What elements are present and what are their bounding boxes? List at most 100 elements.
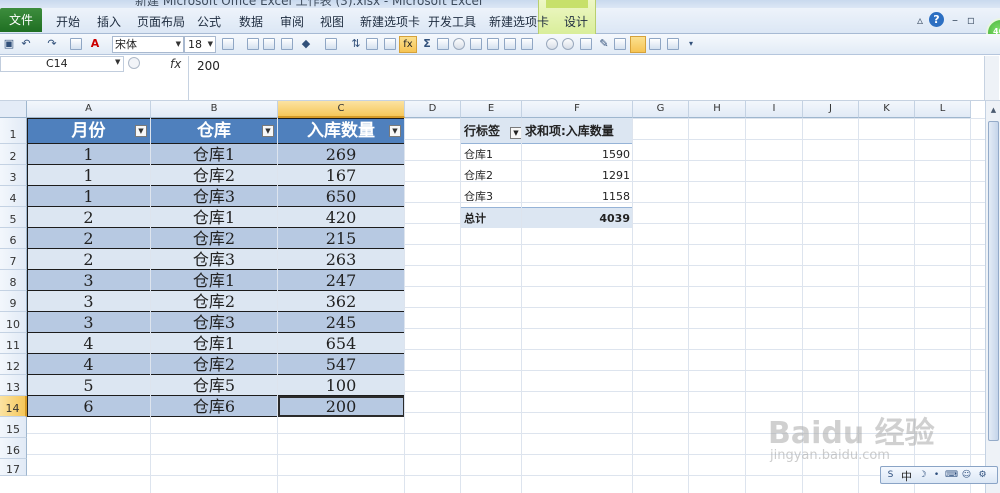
align-center-button[interactable] xyxy=(630,36,646,53)
row-header-1[interactable]: 1 xyxy=(0,118,27,144)
table-cell[interactable]: 420 xyxy=(278,207,405,228)
row-header-9[interactable]: 9 xyxy=(0,291,27,312)
table-cell[interactable]: 仓库3 xyxy=(151,312,278,333)
column-header-d[interactable]: D xyxy=(405,101,461,118)
row-header-17[interactable]: 17 xyxy=(0,459,27,476)
tab-new-tab-2[interactable]: 新建选项卡 xyxy=(489,13,549,30)
table-cell[interactable]: 4 xyxy=(27,333,151,354)
minimize-ribbon-icon[interactable]: ▵ xyxy=(912,12,928,28)
table-cell[interactable]: 247 xyxy=(278,270,405,291)
table-cell[interactable]: 1 xyxy=(27,144,151,165)
table-cell[interactable]: 263 xyxy=(278,249,405,270)
tab-view[interactable]: 视图 xyxy=(320,13,344,30)
table-cell[interactable]: 仓库1 xyxy=(151,270,278,291)
tab-data[interactable]: 数据 xyxy=(239,13,263,30)
table-header-cell[interactable]: 月份 ▼ xyxy=(27,118,151,144)
font-size-select[interactable]: 18 ▼ xyxy=(184,36,216,53)
moon-icon[interactable]: ☽ xyxy=(917,470,928,481)
table-cell[interactable]: 650 xyxy=(278,186,405,207)
column-header-h[interactable]: H xyxy=(689,101,746,118)
filter-dropdown-icon[interactable]: ▼ xyxy=(389,125,401,137)
table-cell[interactable]: 仓库3 xyxy=(151,249,278,270)
sort-icon[interactable]: ⇅ xyxy=(349,37,363,51)
ime-settings-icon[interactable]: ⚙ xyxy=(977,470,988,481)
ime-mode[interactable]: 中 xyxy=(901,468,912,484)
table-cell[interactable]: 2 xyxy=(27,249,151,270)
tab-insert[interactable]: 插入 xyxy=(97,13,121,30)
keyboard-icon[interactable]: ⌨ xyxy=(945,470,958,481)
tab-page-layout[interactable]: 页面布局 xyxy=(137,13,185,30)
table-cell[interactable]: 6 xyxy=(27,396,151,417)
autosum-icon[interactable]: Σ xyxy=(420,37,434,51)
picture-icon[interactable] xyxy=(487,38,499,50)
row-header-13[interactable]: 13 xyxy=(0,375,27,396)
name-box[interactable]: C14 xyxy=(0,56,124,72)
pivot-row-label[interactable]: 仓库2 xyxy=(461,165,522,186)
table-cell[interactable]: 100 xyxy=(278,375,405,396)
table-cell[interactable]: 167 xyxy=(278,165,405,186)
select-all-corner[interactable] xyxy=(0,101,27,118)
settings-icon[interactable] xyxy=(667,38,679,50)
window-restore-icon[interactable]: ▫ xyxy=(963,12,979,28)
tab-new-tab-1[interactable]: 新建选项卡 xyxy=(360,13,420,30)
wrap-text-icon[interactable] xyxy=(614,38,626,50)
row-header-16[interactable]: 16 xyxy=(0,438,27,459)
table-cell[interactable]: 2 xyxy=(27,228,151,249)
table-cell[interactable]: 269 xyxy=(278,144,405,165)
column-header-a[interactable]: A xyxy=(27,101,151,118)
print-preview-icon[interactable] xyxy=(580,38,592,50)
table-cell[interactable]: 仓库1 xyxy=(151,207,278,228)
scroll-up-icon[interactable]: ▲ xyxy=(986,103,1000,118)
row-header-8[interactable]: 8 xyxy=(0,270,27,291)
table-cell[interactable]: 仓库3 xyxy=(151,186,278,207)
row-header-7[interactable]: 7 xyxy=(0,249,27,270)
column-header-c[interactable]: C xyxy=(278,101,405,118)
stop-icon[interactable] xyxy=(562,38,574,50)
table-cell[interactable]: 5 xyxy=(27,375,151,396)
row-header-4[interactable]: 4 xyxy=(0,186,27,207)
table-cell[interactable]: 4 xyxy=(27,354,151,375)
format-painter-icon[interactable] xyxy=(222,38,234,50)
record-icon[interactable] xyxy=(546,38,558,50)
filter-dropdown-icon[interactable]: ▼ xyxy=(135,125,147,137)
fill-color-icon[interactable]: ◆ xyxy=(299,37,313,51)
filter-icon[interactable] xyxy=(366,38,378,50)
table-header-cell[interactable]: 仓库 ▼ xyxy=(151,118,278,144)
filter-dropdown-icon[interactable]: ▼ xyxy=(262,125,274,137)
pivot-total-value[interactable]: 4039 xyxy=(522,207,633,228)
column-header-g[interactable]: G xyxy=(633,101,689,118)
macro-icon[interactable] xyxy=(521,38,533,50)
chart-icon[interactable] xyxy=(437,38,449,50)
table-cell[interactable]: 2 xyxy=(27,207,151,228)
table-cell[interactable]: 仓库2 xyxy=(151,354,278,375)
table-cell[interactable]: 245 xyxy=(278,312,405,333)
column-header-b[interactable]: B xyxy=(151,101,278,118)
row-header-2[interactable]: 2 xyxy=(0,144,27,165)
pivot-total-label[interactable]: 总计 xyxy=(461,207,522,228)
insert-icon[interactable] xyxy=(384,38,396,50)
tab-developer[interactable]: 开发工具 xyxy=(428,13,476,30)
table-cell[interactable]: 200 xyxy=(278,396,405,417)
table-cell[interactable]: 仓库1 xyxy=(151,144,278,165)
undo-icon[interactable]: ↶ xyxy=(19,37,33,51)
row-header-15[interactable]: 15 xyxy=(0,417,27,438)
table-cell[interactable]: 3 xyxy=(27,291,151,312)
camera-icon[interactable] xyxy=(504,38,516,50)
row-header-12[interactable]: 12 xyxy=(0,354,27,375)
ime-toolbar[interactable]: S 中 ☽ • ⌨ ☺ ⚙ xyxy=(880,466,998,484)
table-cell[interactable]: 3 xyxy=(27,312,151,333)
formula-options-icon[interactable] xyxy=(128,57,140,69)
table-cell[interactable]: 3 xyxy=(27,270,151,291)
save-icon[interactable]: ▣ xyxy=(2,37,16,51)
pivot-row-value[interactable]: 1291 xyxy=(522,165,633,186)
brush-icon[interactable]: ✎ xyxy=(597,37,611,51)
tab-design[interactable]: 设计 xyxy=(564,13,588,30)
punctuation-icon[interactable]: • xyxy=(931,470,942,481)
formula-bar-scrollbar[interactable] xyxy=(984,56,999,100)
row-header-14[interactable]: 14 xyxy=(0,396,27,417)
column-header-f[interactable]: F xyxy=(522,101,633,118)
pivot-row-value[interactable]: 1590 xyxy=(522,144,633,165)
table-cell[interactable]: 仓库6 xyxy=(151,396,278,417)
window-minimize-icon[interactable]: – xyxy=(947,12,963,28)
pivot-value-header[interactable]: 求和项:入库数量 xyxy=(522,118,633,144)
